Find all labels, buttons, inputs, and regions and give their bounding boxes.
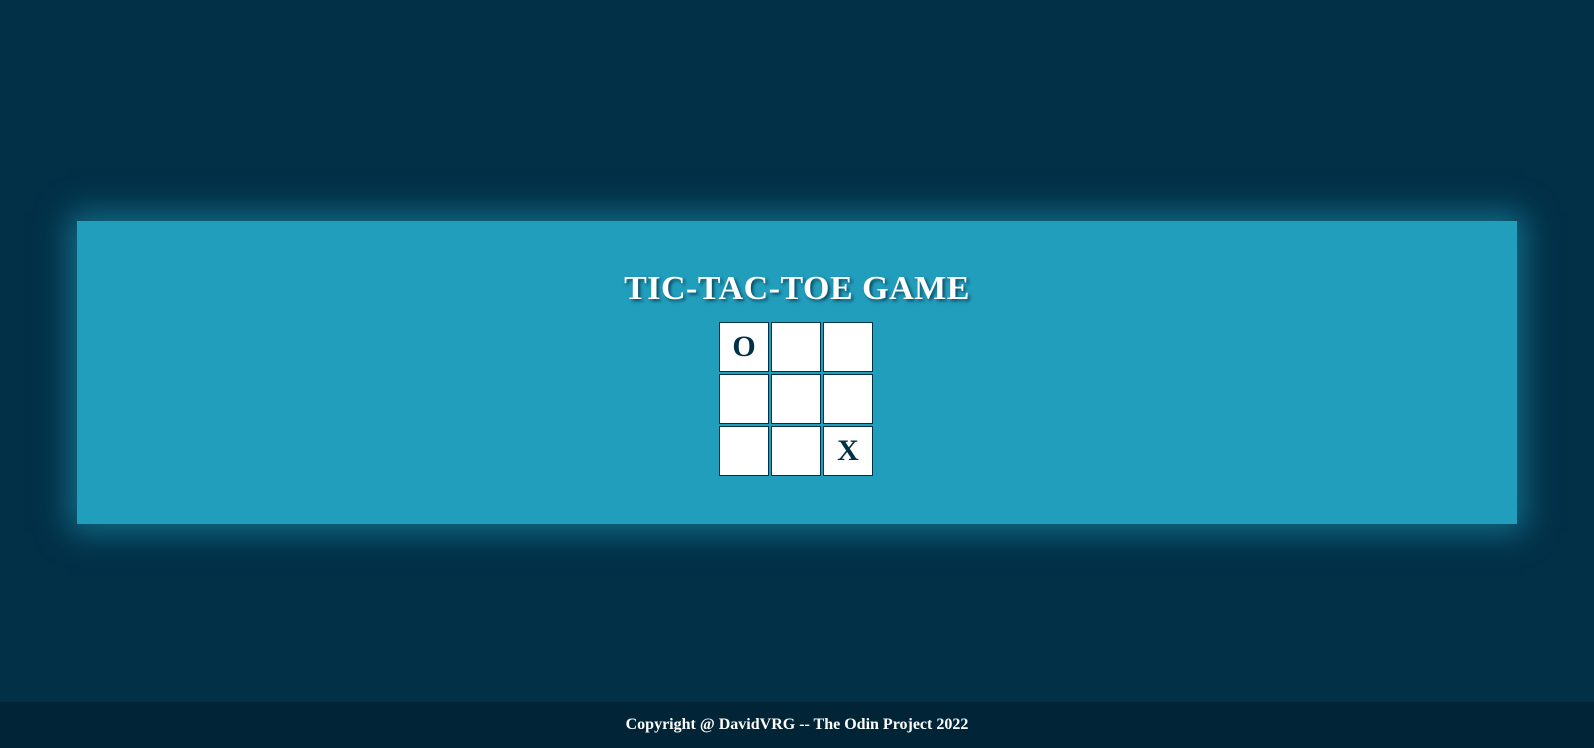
board-cell-3[interactable] — [823, 322, 873, 372]
game-board: O X — [719, 322, 875, 478]
copyright-text: Copyright @ DavidVRG -- The Odin Project… — [625, 716, 969, 733]
board-cell-4[interactable] — [719, 374, 769, 424]
board-cell-9[interactable]: X — [823, 426, 873, 476]
game-panel: TIC-TAC-TOE GAME O X — [77, 221, 1517, 524]
board-cell-5[interactable] — [771, 374, 821, 424]
board-cell-7[interactable] — [719, 426, 769, 476]
page: { "game": { "title": "TIC-TAC-TOE GAME",… — [0, 0, 1594, 748]
footer: Copyright @ DavidVRG -- The Odin Project… — [0, 702, 1594, 748]
board-cell-2[interactable] — [771, 322, 821, 372]
game-title: TIC-TAC-TOE GAME — [624, 270, 970, 307]
board-cell-8[interactable] — [771, 426, 821, 476]
board-cell-6[interactable] — [823, 374, 873, 424]
board-cell-1[interactable]: O — [719, 322, 769, 372]
